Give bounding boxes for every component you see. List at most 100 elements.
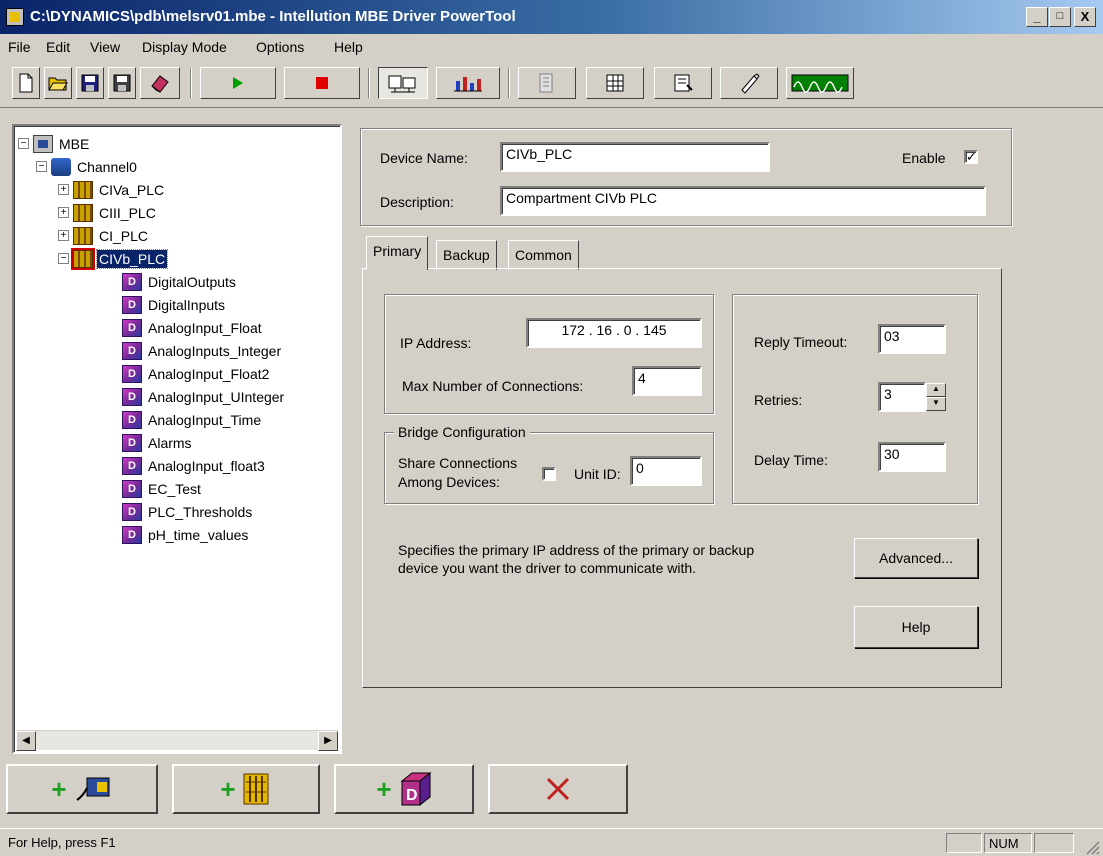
share-connections-label: Share Connections	[398, 455, 518, 471]
delete-button[interactable]	[488, 764, 628, 814]
delay-time-field[interactable]: 30	[878, 442, 946, 472]
open-button[interactable]	[44, 67, 72, 99]
reply-timeout-label: Reply Timeout:	[754, 334, 848, 350]
new-file-icon	[19, 73, 33, 93]
collapse-icon[interactable]: −	[58, 253, 69, 264]
toolbar	[0, 60, 1103, 108]
tree-data-block-label: PLC_Thresholds	[148, 503, 253, 520]
tree-item-device[interactable]: + CIII_PLC	[18, 201, 286, 224]
test-button[interactable]	[720, 67, 778, 99]
delete-icon	[546, 777, 570, 801]
retries-field[interactable]: 3	[878, 382, 926, 412]
enable-checkbox[interactable]: ✓	[964, 150, 978, 164]
tree-item-data-block[interactable]: D DigitalOutputs	[18, 270, 286, 293]
tree-data-block-label: AnalogInput_Float2	[148, 365, 270, 382]
tree-item-data-block[interactable]: D PLC_Thresholds	[18, 500, 286, 523]
statistics-icon	[454, 77, 482, 92]
save-as-button[interactable]	[108, 67, 136, 99]
share-connections-label-line2: Among Devices:	[398, 474, 500, 490]
tree-item-data-block[interactable]: D AnalogInput_Time	[18, 408, 286, 431]
menu-bar: File Edit View Display Mode Options Help	[0, 34, 1103, 60]
share-connections-checkbox[interactable]	[542, 467, 556, 481]
tree-data-block-label: EC_Test	[148, 480, 201, 497]
unit-id-label: Unit ID:	[574, 466, 621, 482]
tree-item-root[interactable]: − MBE	[18, 132, 286, 155]
horizontal-scrollbar[interactable]: ◀ ▶	[16, 730, 338, 751]
tree-item-data-block[interactable]: D EC_Test	[18, 477, 286, 500]
collapse-icon[interactable]: −	[36, 161, 47, 172]
tree-data-block-label: AnalogInput_UInteger	[148, 388, 285, 405]
tree-item-data-block[interactable]: D AnalogInputs_Integer	[18, 339, 286, 362]
add-channel-icon	[76, 777, 110, 801]
expand-icon[interactable]: +	[58, 230, 69, 241]
tree-data-block-label: pH_time_values	[148, 526, 249, 543]
menu-display-mode[interactable]: Display Mode	[142, 39, 227, 55]
stop-button[interactable]	[284, 67, 360, 99]
save-button[interactable]	[76, 67, 104, 99]
tab-common[interactable]: Common	[508, 240, 579, 270]
tree-item-device-selected[interactable]: − CIVb_PLC	[18, 247, 286, 270]
statistics-button[interactable]	[436, 67, 500, 99]
tree-item-device[interactable]: + CI_PLC	[18, 224, 286, 247]
tree-item-data-block[interactable]: D Alarms	[18, 431, 286, 454]
retries-spin-down-icon[interactable]: ▼	[926, 397, 946, 411]
menu-edit[interactable]: Edit	[46, 39, 70, 55]
data-block-icon: D	[122, 502, 142, 521]
unit-id-field[interactable]: 0	[630, 456, 702, 486]
tree-item-data-block[interactable]: D AnalogInput_Float	[18, 316, 286, 339]
add-device-button[interactable]: +	[172, 764, 320, 814]
tree-item-device[interactable]: + CIVa_PLC	[18, 178, 286, 201]
maximize-button[interactable]: □	[1049, 7, 1071, 27]
settings-button[interactable]	[654, 67, 712, 99]
new-file-button[interactable]	[12, 67, 40, 99]
device-tree[interactable]: − MBE − Channel0 + CIVa_PLC + CIII_PLC +…	[12, 124, 342, 754]
menu-file[interactable]: File	[8, 39, 31, 55]
tree-item-data-block[interactable]: D DigitalInputs	[18, 293, 286, 316]
expand-icon[interactable]: +	[58, 184, 69, 195]
collapse-icon[interactable]: −	[18, 138, 29, 149]
tree-data-block-label: Alarms	[148, 434, 192, 451]
app-icon[interactable]	[6, 8, 24, 26]
tree-data-block-label: AnalogInput_Float	[148, 319, 262, 336]
monitor-button[interactable]	[786, 67, 854, 99]
tab-backup[interactable]: Backup	[436, 240, 497, 270]
tree-item-data-block[interactable]: D AnalogInput_float3	[18, 454, 286, 477]
monitor-icon	[791, 74, 849, 93]
erase-button[interactable]	[140, 67, 180, 99]
reply-timeout-field[interactable]: 03	[878, 324, 946, 354]
tree-item-data-block[interactable]: DpH_time_values	[18, 523, 286, 546]
tree-item-data-block[interactable]: D AnalogInput_UInteger	[18, 385, 286, 408]
expand-icon[interactable]: +	[58, 207, 69, 218]
resize-grip-icon[interactable]	[1084, 839, 1100, 855]
properties-button[interactable]	[518, 67, 576, 99]
data-block-icon: D	[122, 272, 142, 291]
connection-group	[384, 294, 714, 414]
toolbar-separator	[508, 68, 510, 98]
data-block-icon: D	[122, 387, 142, 406]
max-connections-field[interactable]: 4	[632, 366, 702, 396]
data-block-icon: D	[122, 318, 142, 337]
menu-view[interactable]: View	[90, 39, 120, 55]
scroll-left-icon[interactable]: ◀	[16, 731, 36, 751]
advanced-button[interactable]: Advanced...	[854, 538, 978, 578]
config-view-button[interactable]	[378, 67, 428, 99]
title-bar[interactable]: C:\DYNAMICS\pdb\melsrv01.mbe - Intelluti…	[0, 0, 1103, 34]
network-button[interactable]	[586, 67, 644, 99]
menu-options[interactable]: Options	[256, 39, 304, 55]
minimize-button[interactable]: _	[1026, 7, 1048, 27]
start-button[interactable]	[200, 67, 276, 99]
ip-address-field[interactable]: 172 . 16 . 0 . 145	[526, 318, 702, 348]
scroll-right-icon[interactable]: ▶	[318, 731, 338, 751]
tree-item-channel[interactable]: − Channel0	[18, 155, 286, 178]
tree-item-data-block[interactable]: D AnalogInput_Float2	[18, 362, 286, 385]
tab-primary[interactable]: Primary	[366, 236, 429, 270]
device-name-field[interactable]: CIVb_PLC	[500, 142, 770, 172]
add-channel-button[interactable]: +	[6, 764, 158, 814]
stop-icon	[316, 77, 328, 89]
add-data-block-button[interactable]: + D	[334, 764, 474, 814]
description-field[interactable]: Compartment CIVb PLC	[500, 186, 986, 216]
close-button[interactable]: X	[1074, 7, 1096, 27]
help-button[interactable]: Help	[854, 606, 978, 648]
menu-help[interactable]: Help	[334, 39, 363, 55]
retries-spin-up-icon[interactable]: ▲	[926, 383, 946, 397]
